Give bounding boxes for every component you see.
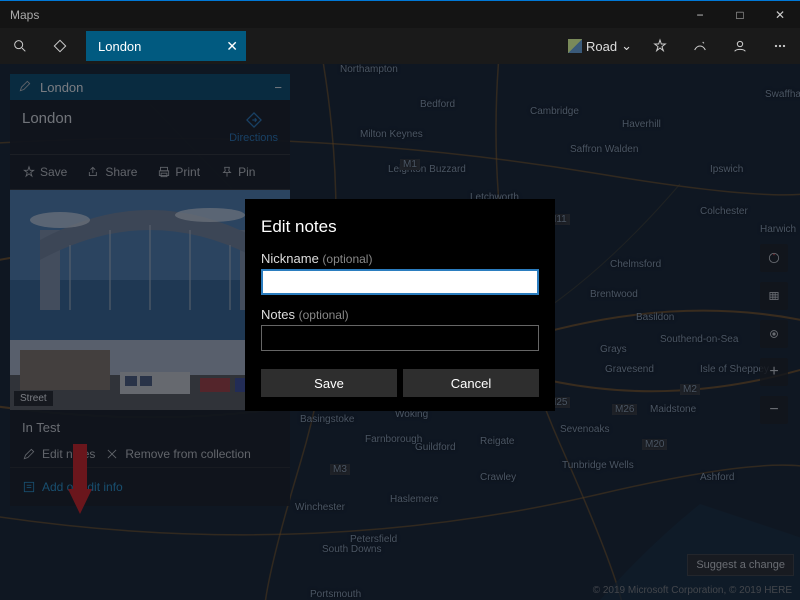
maximize-button[interactable]: □	[720, 1, 760, 29]
nickname-label: Nickname (optional)	[261, 251, 539, 266]
favorites-icon[interactable]	[640, 28, 680, 64]
layer-label: Road	[586, 39, 617, 54]
map-layer-button[interactable]: Road ⌄	[560, 38, 640, 54]
search-icon[interactable]	[0, 28, 40, 64]
close-tab-icon[interactable]: ✕	[226, 38, 238, 55]
app-title: Maps	[0, 8, 39, 22]
minimize-button[interactable]: −	[680, 1, 720, 29]
search-tab-label: London	[98, 39, 141, 54]
top-toolbar: London ✕ Road ⌄	[0, 28, 800, 64]
dialog-title: Edit notes	[261, 217, 539, 237]
notes-label: Notes (optional)	[261, 307, 539, 322]
search-tab[interactable]: London ✕	[86, 31, 246, 61]
ink-icon[interactable]	[680, 28, 720, 64]
chevron-down-icon: ⌄	[621, 38, 632, 54]
dialog-overlay: Edit notes Nickname (optional) Notes (op…	[0, 64, 800, 600]
account-icon[interactable]	[720, 28, 760, 64]
close-button[interactable]: ✕	[760, 1, 800, 29]
layer-swatch-icon	[568, 39, 582, 53]
nickname-input[interactable]	[261, 269, 539, 295]
dialog-cancel-button[interactable]: Cancel	[403, 369, 539, 397]
more-icon[interactable]	[760, 28, 800, 64]
main-area: Northampton Bedford Milton Keynes Leight…	[0, 64, 800, 600]
dialog-save-button[interactable]: Save	[261, 369, 397, 397]
notes-input[interactable]	[261, 325, 539, 351]
title-bar: Maps − □ ✕	[0, 0, 800, 28]
edit-notes-dialog: Edit notes Nickname (optional) Notes (op…	[245, 199, 555, 411]
directions-icon[interactable]	[40, 28, 80, 64]
